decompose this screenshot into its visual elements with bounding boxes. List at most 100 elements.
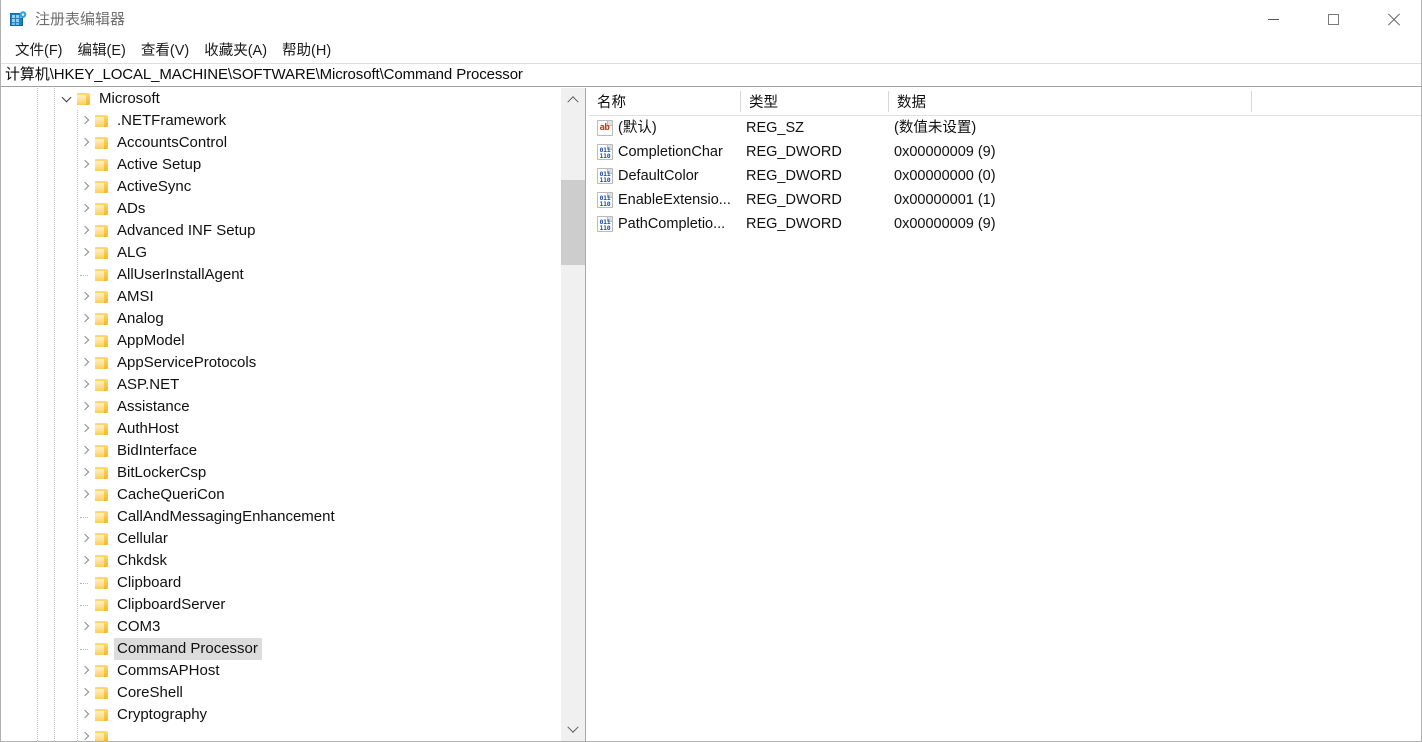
minimize-button[interactable]	[1243, 0, 1303, 38]
tree-item[interactable]: Cellular	[2, 528, 560, 550]
folder-icon	[94, 202, 110, 216]
tree-item[interactable]: Assistance	[2, 396, 560, 418]
close-button[interactable]	[1363, 0, 1421, 38]
folder-icon	[94, 290, 110, 304]
tree-leaf-connector-icon	[78, 572, 94, 594]
tree-item-label: AppModel	[117, 332, 185, 349]
tree-leaf-connector-icon	[78, 506, 94, 528]
chevron-right-icon[interactable]	[78, 374, 94, 396]
folder-icon	[94, 136, 110, 150]
chevron-right-icon[interactable]	[78, 484, 94, 506]
column-header-data[interactable]: 数据	[889, 88, 1251, 115]
chevron-right-icon[interactable]	[78, 660, 94, 682]
tree-item[interactable]: CommsAPHost	[2, 660, 560, 682]
menu-file[interactable]: 文件(F)	[8, 39, 71, 63]
tree-item[interactable]: Chkdsk	[2, 550, 560, 572]
tree-item-selected[interactable]: Command Processor	[2, 638, 560, 660]
tree-item[interactable]: AppServiceProtocols	[2, 352, 560, 374]
chevron-right-icon[interactable]	[78, 396, 94, 418]
tree-leaf-connector-icon	[78, 594, 94, 616]
tree-item[interactable]: Microsoft	[2, 88, 560, 110]
chevron-right-icon[interactable]	[78, 352, 94, 374]
tree-item[interactable]: BitLockerCsp	[2, 462, 560, 484]
string-value-icon: ab	[597, 120, 613, 136]
column-header-name[interactable]: 名称	[589, 88, 740, 115]
tree-item[interactable]: AllUserInstallAgent	[2, 264, 560, 286]
dword-value-icon: 011 110	[597, 168, 613, 184]
column-header-type[interactable]: 类型	[741, 88, 888, 115]
tree-item[interactable]: Active Setup	[2, 154, 560, 176]
tree-item[interactable]: Clipboard	[2, 572, 560, 594]
value-row[interactable]: 011 110 PathCompletio... REG_DWORD 0x0000000…	[589, 212, 1421, 236]
chevron-right-icon[interactable]	[78, 132, 94, 154]
scrollbar-thumb[interactable]	[561, 180, 585, 265]
tree-item-label: CoreShell	[117, 684, 183, 701]
chevron-right-icon[interactable]	[78, 242, 94, 264]
tree-item[interactable]: ALG	[2, 242, 560, 264]
value-row[interactable]: 011 110 CompletionChar REG_DWORD 0x00000009 …	[589, 140, 1421, 164]
folder-icon	[94, 576, 110, 590]
tree-item[interactable]: CallAndMessagingEnhancement	[2, 506, 560, 528]
dword-value-icon: 011 110	[597, 192, 613, 208]
scroll-down-button[interactable]	[561, 719, 585, 741]
tree-item[interactable]: AMSI	[2, 286, 560, 308]
chevron-right-icon[interactable]	[78, 308, 94, 330]
tree-item[interactable]: ActiveSync	[2, 176, 560, 198]
tree-item[interactable]: BidInterface	[2, 440, 560, 462]
tree-item[interactable]: AuthHost	[2, 418, 560, 440]
dword-value-icon: 011 110	[597, 144, 613, 160]
tree-item[interactable]: AccountsControl	[2, 132, 560, 154]
menu-favorites[interactable]: 收藏夹(A)	[197, 39, 275, 63]
folder-icon	[94, 312, 110, 326]
tree-item[interactable]: .NETFramework	[2, 110, 560, 132]
chevron-down-icon[interactable]	[60, 88, 76, 110]
tree-item-label: ADs	[117, 200, 146, 217]
menu-edit[interactable]: 编辑(E)	[71, 39, 134, 63]
menu-help[interactable]: 帮助(H)	[275, 39, 339, 63]
chevron-right-icon[interactable]	[78, 440, 94, 462]
value-name: (默认)	[618, 120, 657, 136]
tree-item[interactable]: CoreShell	[2, 682, 560, 704]
chevron-right-icon[interactable]	[78, 704, 94, 726]
chevron-right-icon[interactable]	[78, 220, 94, 242]
chevron-right-icon[interactable]	[78, 286, 94, 308]
menu-view[interactable]: 查看(V)	[134, 39, 197, 63]
chevron-right-icon[interactable]	[78, 462, 94, 484]
value-row[interactable]: ab (默认) REG_SZ (数值未设置)	[589, 116, 1421, 140]
tree-item[interactable]: Analog	[2, 308, 560, 330]
tree-item[interactable]: AppModel	[2, 330, 560, 352]
tree-item[interactable]: Cryptography	[2, 704, 560, 726]
chevron-right-icon[interactable]	[78, 176, 94, 198]
tree-item[interactable]: ClipboardServer	[2, 594, 560, 616]
chevron-right-icon[interactable]	[78, 616, 94, 638]
scroll-up-button[interactable]	[561, 88, 585, 110]
chevron-right-icon[interactable]	[78, 682, 94, 704]
folder-icon	[94, 686, 110, 700]
chevron-right-icon[interactable]	[78, 110, 94, 132]
tree-item[interactable]: CacheQueriCon	[2, 484, 560, 506]
tree-item[interactable]: Advanced INF Setup	[2, 220, 560, 242]
value-row[interactable]: 011 110 DefaultColor REG_DWORD 0x00000000 (0…	[589, 164, 1421, 188]
tree-item[interactable]: ADs	[2, 198, 560, 220]
value-row[interactable]: 011 110 EnableExtensio... REG_DWORD 0x000000…	[589, 188, 1421, 212]
chevron-right-icon[interactable]	[78, 418, 94, 440]
tree-vertical-scrollbar[interactable]	[560, 88, 585, 741]
address-bar[interactable]: 计算机\HKEY_LOCAL_MACHINE\SOFTWARE\Microsof…	[1, 63, 1421, 87]
chevron-right-icon[interactable]	[78, 726, 94, 741]
chevron-right-icon[interactable]	[78, 330, 94, 352]
column-divider[interactable]	[1251, 91, 1252, 112]
chevron-right-icon[interactable]	[78, 198, 94, 220]
tree-item-label: CallAndMessagingEnhancement	[117, 508, 335, 525]
chevron-right-icon[interactable]	[78, 154, 94, 176]
tree-item[interactable]: COM3	[2, 616, 560, 638]
tree-item[interactable]	[2, 726, 560, 741]
folder-icon	[94, 598, 110, 612]
value-name: CompletionChar	[618, 144, 723, 160]
chevron-right-icon[interactable]	[78, 550, 94, 572]
registry-tree-rows: Microsoft .NETFramework AccountsControl Act…	[2, 88, 560, 741]
chevron-right-icon[interactable]	[78, 528, 94, 550]
folder-icon	[94, 356, 110, 370]
maximize-button[interactable]	[1303, 0, 1363, 38]
folder-icon	[94, 268, 110, 282]
tree-item[interactable]: ASP.NET	[2, 374, 560, 396]
